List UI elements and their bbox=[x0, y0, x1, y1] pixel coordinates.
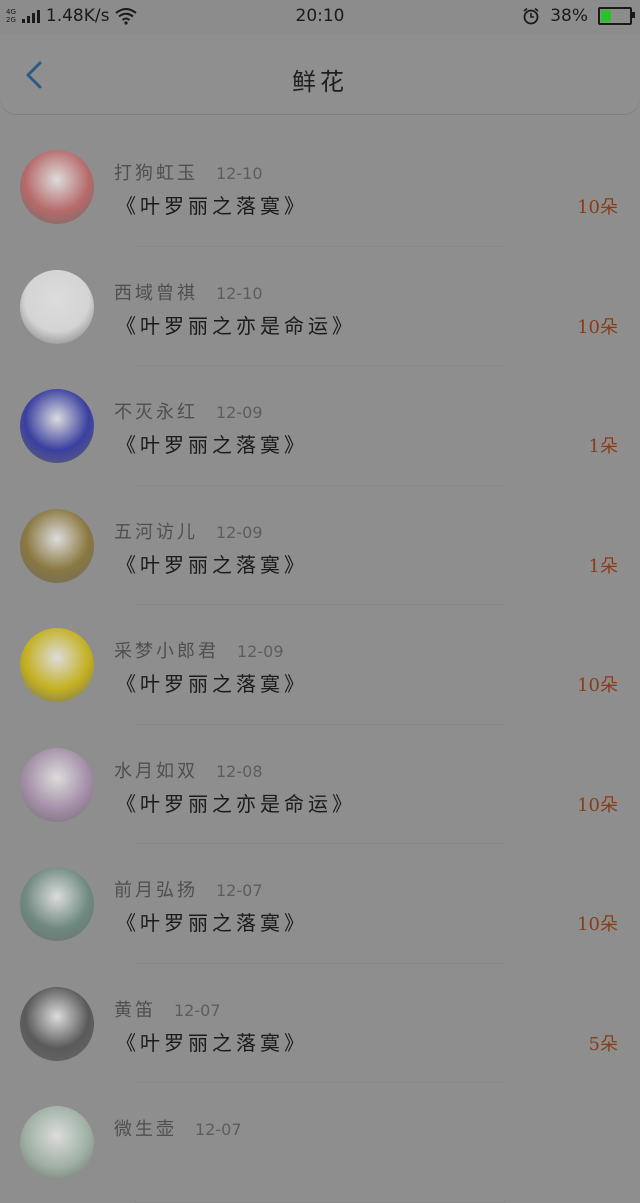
network-type-bottom: 2G bbox=[6, 16, 16, 24]
list-item[interactable]: 打狗虹玉 12-10 《叶罗丽之落寞》 10朵 bbox=[0, 127, 640, 247]
flower-count: 10朵 bbox=[577, 197, 618, 218]
item-date: 12-07 bbox=[216, 881, 263, 900]
gift-title: 《叶罗丽之落寞》 bbox=[116, 194, 308, 218]
gift-title: 《叶罗丽之落寞》 bbox=[116, 911, 308, 935]
list-item[interactable]: 五河访儿 12-09 《叶罗丽之落寞》 1朵 bbox=[0, 486, 640, 605]
status-bar: 4G 2G 1.48K/s 20:10 38% bbox=[0, 0, 640, 34]
wifi-icon bbox=[115, 8, 138, 25]
flower-count: 10朵 bbox=[577, 316, 618, 338]
signal-icon bbox=[21, 9, 40, 23]
user-name: 采梦小郎君 bbox=[114, 641, 219, 662]
name-line: 西域曾祺 12-10 bbox=[114, 279, 263, 305]
list-item[interactable]: 采梦小郎君 12-09 《叶罗丽之落寞》 10朵 bbox=[0, 605, 640, 725]
avatar[interactable] bbox=[20, 508, 94, 583]
item-date: 12-09 bbox=[237, 642, 284, 661]
item-date: 12-07 bbox=[195, 1120, 242, 1139]
item-date: 12-09 bbox=[216, 403, 263, 422]
user-name: 前月弘扬 bbox=[114, 880, 198, 901]
status-right: 38% bbox=[522, 6, 635, 26]
gift-title: 《叶罗丽之落寞》 bbox=[116, 552, 308, 577]
user-name: 不灭永红 bbox=[114, 402, 198, 423]
battery-icon bbox=[598, 7, 635, 25]
avatar[interactable] bbox=[20, 747, 94, 822]
name-line: 五河访儿 12-09 bbox=[114, 518, 263, 544]
app-header: 鲜花 bbox=[0, 34, 640, 114]
flower-count: 10朵 bbox=[577, 675, 618, 696]
name-line: 打狗虹玉 12-10 bbox=[114, 159, 263, 185]
user-name: 水月如双 bbox=[114, 760, 198, 782]
gift-title: 《叶罗丽之落寞》 bbox=[116, 1030, 308, 1055]
user-name: 黄笛 bbox=[114, 999, 156, 1021]
gift-title: 《叶罗丽之落寞》 bbox=[116, 672, 308, 696]
name-line: 水月如双 12-08 bbox=[114, 757, 263, 783]
gift-title: 《叶罗丽之亦是命运》 bbox=[116, 791, 356, 816]
gift-title: 《叶罗丽之落寞》 bbox=[116, 433, 308, 457]
battery-percent: 38% bbox=[550, 6, 588, 26]
user-name: 打狗虹玉 bbox=[114, 163, 198, 184]
avatar[interactable] bbox=[20, 628, 94, 702]
name-line: 前月弘扬 12-07 bbox=[114, 876, 263, 902]
flower-count: 10朵 bbox=[577, 914, 618, 935]
flower-gift-list: 打狗虹玉 12-10 《叶罗丽之落寞》 10朵 西域曾祺 12-10 《叶罗丽之… bbox=[0, 127, 640, 1203]
network-type-top: 4G bbox=[6, 8, 16, 16]
item-date: 12-10 bbox=[216, 164, 263, 183]
back-arrow-icon[interactable] bbox=[20, 60, 50, 90]
avatar[interactable] bbox=[20, 269, 94, 344]
avatar[interactable] bbox=[20, 150, 94, 224]
flower-count: 1朵 bbox=[588, 555, 618, 577]
item-date: 12-10 bbox=[216, 283, 263, 303]
flower-count: 10朵 bbox=[577, 794, 618, 816]
page-title: 鲜花 bbox=[292, 68, 348, 96]
list-item[interactable]: 微生壶 12-07 bbox=[0, 1083, 640, 1203]
name-line: 黄笛 12-07 bbox=[114, 996, 221, 1022]
name-line: 采梦小郎君 12-09 bbox=[114, 637, 284, 663]
avatar[interactable] bbox=[20, 1106, 94, 1180]
user-name: 微生壶 bbox=[114, 1119, 177, 1140]
gift-title: 《叶罗丽之亦是命运》 bbox=[116, 313, 356, 338]
name-line: 微生壶 12-07 bbox=[114, 1115, 242, 1141]
avatar[interactable] bbox=[20, 389, 94, 463]
network-type: 4G 2G bbox=[6, 8, 16, 24]
item-date: 12-07 bbox=[174, 1000, 221, 1020]
list-item[interactable]: 水月如双 12-08 《叶罗丽之亦是命运》 10朵 bbox=[0, 725, 640, 844]
list-item[interactable]: 黄笛 12-07 《叶罗丽之落寞》 5朵 bbox=[0, 964, 640, 1083]
list-item[interactable]: 前月弘扬 12-07 《叶罗丽之落寞》 10朵 bbox=[0, 844, 640, 964]
network-speed: 1.48K/s bbox=[45, 6, 110, 26]
user-name: 西域曾祺 bbox=[114, 282, 198, 304]
item-date: 12-09 bbox=[216, 522, 263, 542]
name-line: 不灭永红 12-09 bbox=[114, 398, 263, 424]
flower-count: 1朵 bbox=[588, 436, 618, 457]
flower-count: 5朵 bbox=[588, 1033, 618, 1055]
avatar[interactable] bbox=[20, 986, 94, 1061]
avatar[interactable] bbox=[20, 867, 94, 941]
divider bbox=[135, 1201, 505, 1203]
status-left: 4G 2G 1.48K/s bbox=[6, 6, 138, 26]
alarm-clock-icon bbox=[523, 7, 539, 25]
list-item[interactable]: 不灭永红 12-09 《叶罗丽之落寞》 1朵 bbox=[0, 366, 640, 486]
list-item[interactable]: 西域曾祺 12-10 《叶罗丽之亦是命运》 10朵 bbox=[0, 247, 640, 366]
item-date: 12-08 bbox=[216, 761, 263, 781]
user-name: 五河访儿 bbox=[114, 521, 198, 543]
